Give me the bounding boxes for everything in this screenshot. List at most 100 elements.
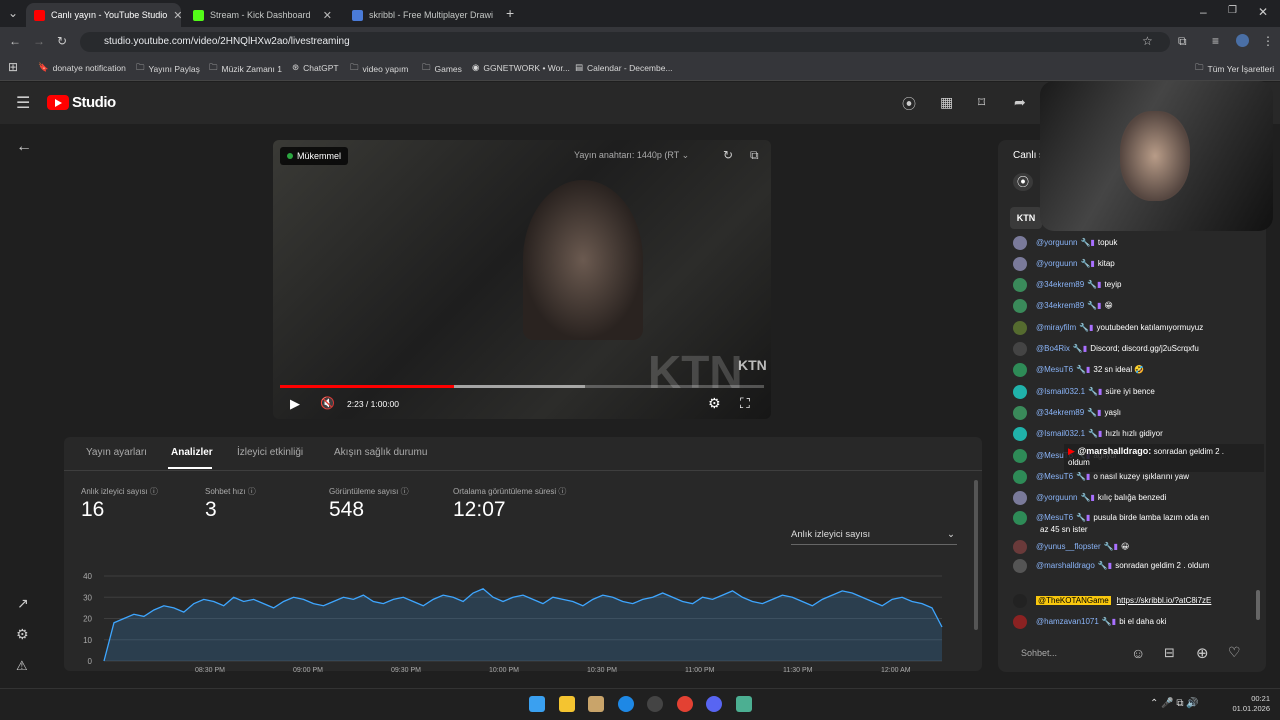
avatar[interactable] [1013, 236, 1027, 250]
avatar[interactable] [1013, 342, 1027, 356]
chat-username[interactable]: @mirayfilm [1036, 323, 1076, 332]
tab-stream-settings[interactable]: Yayın ayarları [86, 447, 147, 458]
all-bookmarks[interactable]: 🗀 Tüm Yer İşaretleri [1195, 62, 1274, 76]
edge-icon[interactable] [618, 696, 634, 712]
chrome-icon[interactable] [677, 696, 693, 712]
tab-viewer-activity[interactable]: İzleyici etkinliği [237, 447, 303, 458]
bookmark-icon[interactable]: ⌑ [978, 94, 985, 111]
avatar[interactable] [1013, 257, 1027, 271]
menu-icon[interactable]: ⋮ [1262, 34, 1274, 48]
mute-icon[interactable]: 🔇 [320, 396, 335, 410]
tab-analytics[interactable]: Analizler [171, 447, 213, 458]
bookmark-item[interactable]: 🗀 Yayını Paylaş [136, 62, 200, 76]
chat-mode-icon[interactable]: ⦿ [1013, 173, 1033, 191]
tab-stream-health[interactable]: Akışın sağlık durumu [334, 447, 427, 458]
avatar[interactable] [1013, 406, 1027, 420]
new-tab-icon[interactable]: + [506, 5, 514, 21]
chat-username[interactable]: @Bo4Rix [1036, 344, 1070, 353]
chat-username[interactable]: @Ismail032.1 [1036, 387, 1085, 396]
discord-icon[interactable] [706, 696, 722, 712]
chat-username[interactable]: @TheKOTANGame [1036, 596, 1111, 606]
copy-icon[interactable]: ⧉ [750, 148, 759, 163]
tab-skribbl[interactable]: skribbl - Free Multiplayer Drawi✕ [344, 3, 499, 27]
settings-icon[interactable]: ⚙ [16, 626, 29, 643]
chat-username[interactable]: @MesuT6 [1036, 513, 1073, 522]
obs-icon[interactable] [647, 696, 663, 712]
reload-icon[interactable]: ↻ [57, 34, 67, 48]
url-input[interactable]: studio.youtube.com/video/2HNQlHXw2ao/liv… [80, 32, 1170, 52]
forward-icon[interactable]: → [33, 34, 45, 48]
close-window-icon[interactable]: ✕ [1258, 5, 1268, 19]
avatar[interactable] [1013, 321, 1027, 335]
chat-username[interactable]: @yorguunn [1036, 238, 1077, 247]
close-tab-icon[interactable]: ✕ [323, 9, 332, 22]
super-chat-icon[interactable]: ⊟ [1164, 645, 1175, 661]
tab-search-icon[interactable]: ⌄ [8, 6, 18, 20]
bookmark-item[interactable]: ▤ Calendar - Decembe... [575, 62, 673, 73]
chat-username[interactable]: @marshalldrago [1036, 561, 1095, 570]
chat-text[interactable]: https://skribbl.io/?atC8i7zE [1117, 596, 1212, 605]
chat-input[interactable]: Sohbet... [1010, 640, 1120, 666]
avatar[interactable] [1013, 449, 1027, 463]
heart-icon[interactable]: ♡ [1228, 644, 1241, 661]
youtube-logo-icon[interactable] [47, 95, 69, 110]
avatar[interactable] [1013, 491, 1027, 505]
avatar[interactable] [1013, 278, 1027, 292]
avatar[interactable] [1013, 511, 1027, 525]
avatar[interactable] [1013, 385, 1027, 399]
tab-kick-dashboard[interactable]: Stream - Kick Dashboard ✕ [185, 3, 340, 27]
avatar[interactable] [1013, 540, 1027, 554]
notepad-icon[interactable] [736, 696, 752, 712]
taskbar-clock[interactable]: 00:21 01.01.2026 [1226, 694, 1270, 714]
back-icon[interactable]: ← [9, 34, 21, 48]
avatar[interactable] [1013, 299, 1027, 313]
bookmark-item[interactable]: 🗀 video yapım [350, 62, 408, 76]
profile-avatar[interactable] [1236, 34, 1249, 47]
avatar[interactable] [1013, 363, 1027, 377]
avatar[interactable] [1013, 594, 1027, 608]
play-icon[interactable]: ▶ [290, 396, 300, 412]
start-icon[interactable] [529, 696, 545, 712]
media-icon[interactable]: ≡ [1212, 34, 1219, 48]
maximize-icon[interactable]: ❐ [1228, 5, 1237, 16]
minimize-icon[interactable]: – [1200, 5, 1207, 19]
panel-scrollbar[interactable] [974, 480, 978, 630]
video-settings-icon[interactable]: ⚙ [708, 395, 721, 412]
app-icon[interactable] [588, 696, 604, 712]
chat-username[interactable]: @34ekrem89 [1036, 280, 1084, 289]
bookmark-item[interactable]: 🔖 donatye notification [38, 62, 126, 73]
help-icon[interactable]: ⓘ [150, 487, 158, 496]
bookmark-star-icon[interactable]: ☆ [1142, 34, 1153, 48]
back-arrow-icon[interactable]: ← [16, 138, 32, 156]
stream-key-select[interactable]: Yayın anahtarı: 1440p (RT ⌄ [574, 150, 702, 161]
live-icon[interactable]: ⦿ [902, 94, 916, 114]
external-link-icon[interactable]: ↗ [17, 595, 29, 612]
chat-username[interactable]: @34ekrem89 [1036, 301, 1084, 310]
avatar[interactable] [1013, 559, 1027, 573]
bookmark-item[interactable]: ◉ GGNETWORK • Wor... [472, 62, 570, 73]
video-progress-bar[interactable] [280, 385, 764, 388]
chat-username[interactable]: @34ekrem89 [1036, 408, 1084, 417]
file-explorer-icon[interactable] [559, 696, 575, 712]
metric-dropdown[interactable]: Anlık izleyici sayısı ⌄ [791, 529, 957, 545]
chat-username[interactable]: @hamzavan1071 [1036, 617, 1099, 626]
share-icon[interactable]: ➦ [1014, 94, 1026, 111]
tab-youtube-studio[interactable]: Canlı yayın - YouTube Studio ✕ [26, 3, 181, 27]
help-icon[interactable]: ⓘ [401, 487, 409, 496]
extensions-icon[interactable]: ⧉ [1178, 34, 1187, 49]
bookmark-item[interactable]: 🗀 Müzik Zamanı 1 [209, 62, 282, 76]
apps-icon[interactable]: ⊞ [8, 60, 18, 74]
bookmark-item[interactable]: 🗀 Games [422, 62, 462, 76]
chat-username[interactable]: @yorguunn [1036, 259, 1077, 268]
layout-icon[interactable]: ▦ [940, 94, 953, 111]
chat-scrollbar[interactable] [1256, 590, 1260, 620]
avatar[interactable] [1013, 470, 1027, 484]
tray-icons[interactable]: ⌃ 🎤 ⧉ 🔊 [1150, 698, 1199, 709]
emoji-icon[interactable]: ☺ [1131, 645, 1145, 661]
chat-username[interactable]: @Ismail032.1 [1036, 429, 1085, 438]
chat-username[interactable]: @MesuT6 [1036, 365, 1073, 374]
fullscreen-icon[interactable]: ⛶ [740, 395, 750, 412]
avatar[interactable] [1013, 427, 1027, 441]
refresh-icon[interactable]: ↻ [723, 148, 733, 162]
feedback-icon[interactable]: ⚠ [16, 658, 28, 674]
